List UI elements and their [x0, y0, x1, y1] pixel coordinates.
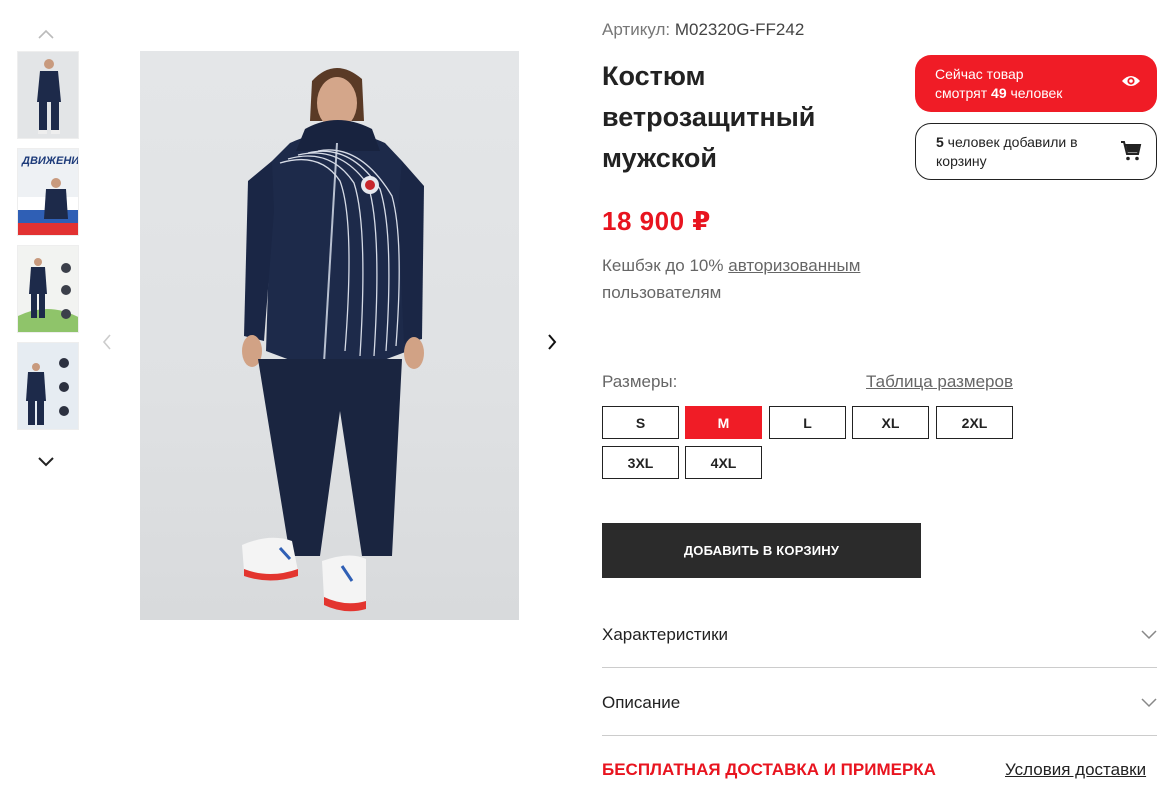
product-price: 18 900 ₽ — [602, 206, 711, 236]
cart-icon — [1121, 141, 1142, 161]
size-table-link[interactable]: Таблица размеров — [866, 372, 1013, 392]
viewers-badge: Сейчас товар смотрят 49 человек — [915, 55, 1157, 112]
delivery-terms-link[interactable]: Условия доставки — [1005, 760, 1146, 780]
gallery-prev-button[interactable] — [96, 330, 118, 354]
gallery-next-button[interactable] — [541, 330, 563, 354]
size-option-m[interactable]: M — [685, 406, 762, 439]
free-delivery-notice: БЕСПЛАТНАЯ ДОСТАВКА И ПРИМЕРКА — [602, 760, 936, 779]
product-photo — [242, 67, 424, 612]
accordion-characteristics[interactable]: Характеристики — [602, 602, 1157, 668]
viewers-suffix: человек — [1006, 85, 1063, 101]
size-option-2xl[interactable]: 2XL — [936, 406, 1013, 439]
chevron-right-icon — [548, 334, 557, 350]
product-thumbnail-image — [18, 246, 78, 332]
cashback-auth-link[interactable]: авторизованным — [728, 256, 860, 275]
thumbnail-label: ДВИЖЕНИЕ — [22, 155, 79, 167]
viewers-line2: смотрят 49 человек — [935, 84, 1137, 103]
product-main-image[interactable] — [140, 51, 519, 620]
cart-added-label: человек добавили в корзину — [936, 134, 1078, 169]
product-title: Костюм ветрозащитный мужской — [602, 61, 816, 173]
thumbnail-next-button[interactable] — [36, 452, 56, 472]
sku-value: M02320G-FF242 — [674, 20, 805, 39]
eye-icon — [1122, 76, 1140, 86]
product-thumbnail-image — [18, 343, 78, 429]
add-to-cart-button[interactable]: ДОБАВИТЬ В КОРЗИНУ — [602, 523, 921, 578]
chevron-down-icon — [1141, 629, 1157, 639]
cashback-prefix: Кешбэк до 10% — [602, 256, 729, 275]
chevron-up-icon — [38, 29, 54, 39]
chevron-left-icon — [102, 334, 111, 350]
accordion-description-label: Описание — [602, 692, 681, 712]
size-option-l[interactable]: L — [769, 406, 846, 439]
accordion-description[interactable]: Описание — [602, 670, 1157, 736]
product-thumbnail-image — [18, 52, 78, 138]
chevron-down-icon — [1141, 697, 1157, 707]
cart-added-count: 5 — [936, 134, 944, 150]
viewers-line1: Сейчас товар — [935, 66, 1024, 82]
cashback-info: Кешбэк до 10% авторизованным пользовател… — [602, 252, 902, 306]
thumbnail-prev-button[interactable] — [36, 24, 56, 44]
viewers-count: 49 — [991, 85, 1007, 101]
sizes-label: Размеры: — [602, 372, 678, 391]
accordion-characteristics-label: Характеристики — [602, 624, 729, 644]
sku-label: Артикул: — [602, 20, 671, 39]
thumbnail-1[interactable] — [17, 51, 79, 139]
chevron-down-icon — [38, 457, 54, 467]
thumbnail-4[interactable] — [17, 342, 79, 430]
cart-added-badge: 5 человек добавили в корзину — [915, 123, 1157, 180]
size-option-4xl[interactable]: 4XL — [685, 446, 762, 479]
thumbnail-3[interactable] — [17, 245, 79, 333]
cart-added-text: 5 человек добавили в корзину — [936, 133, 1101, 171]
cashback-suffix: пользователям — [602, 283, 722, 302]
product-sku: Артикул: M02320G-FF242 — [602, 20, 804, 40]
size-option-s[interactable]: S — [602, 406, 679, 439]
size-option-3xl[interactable]: 3XL — [602, 446, 679, 479]
size-option-xl[interactable]: XL — [852, 406, 929, 439]
thumbnail-2[interactable]: ДВИЖЕНИЕ — [17, 148, 79, 236]
viewers-prefix: смотрят — [935, 85, 992, 101]
